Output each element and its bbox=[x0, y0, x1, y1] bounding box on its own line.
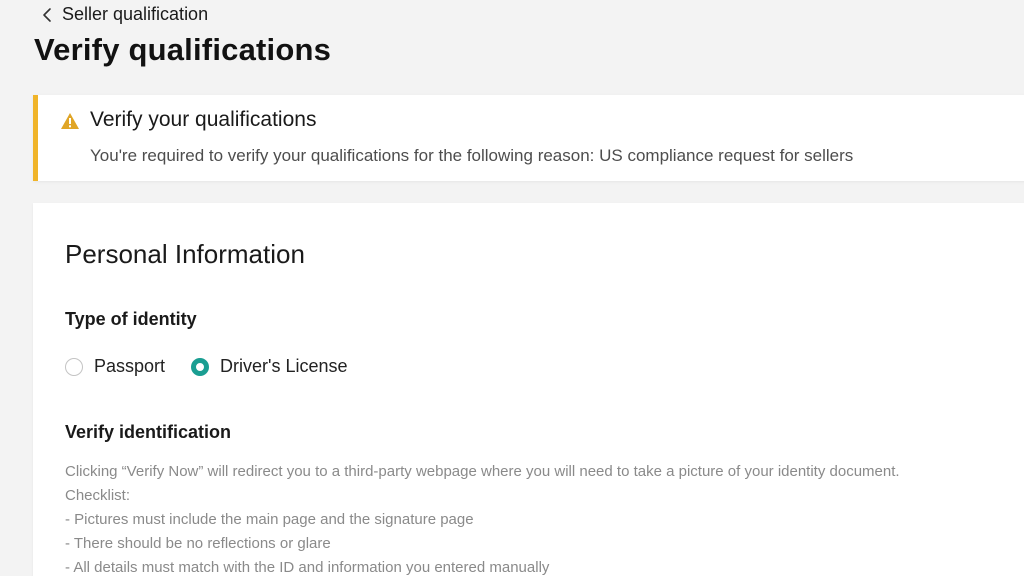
identity-type-radio-group: Passport Driver's License bbox=[65, 356, 348, 377]
verify-identification-label: Verify identification bbox=[65, 422, 232, 442]
drivers-license-radio[interactable] bbox=[191, 357, 210, 376]
warning-triangle-icon bbox=[60, 112, 80, 130]
instruction-line: Checklist: bbox=[65, 487, 131, 504]
drivers-license-radio-label: Driver's License bbox=[220, 356, 348, 376]
radio-option-drivers-license[interactable]: Driver's License bbox=[191, 356, 348, 377]
personal-information-card: Personal Information Type of identity Pa… bbox=[33, 203, 1024, 576]
instruction-line: Clicking “Verify Now” will redirect you … bbox=[65, 463, 900, 480]
radio-option-passport[interactable]: Passport bbox=[65, 356, 165, 377]
passport-radio-label: Passport bbox=[94, 356, 166, 376]
verify-instructions: Clicking “Verify Now” will redirect you … bbox=[65, 460, 1015, 576]
passport-radio[interactable] bbox=[65, 357, 83, 376]
instruction-line: - All details must match with the ID and… bbox=[65, 559, 550, 576]
instruction-line: - Pictures must include the main page an… bbox=[65, 511, 474, 528]
page: Seller qualification Verify qualificatio… bbox=[0, 0, 1024, 576]
page-title: Verify qualifications bbox=[34, 32, 332, 67]
chevron-left-icon bbox=[40, 5, 54, 25]
qualification-alert: Verify your qualifications You're requir… bbox=[33, 95, 1024, 181]
alert-title: Verify your qualifications bbox=[90, 108, 317, 131]
identity-type-label: Type of identity bbox=[65, 309, 197, 329]
back-link-label: Seller qualification bbox=[62, 4, 209, 24]
back-link[interactable]: Seller qualification bbox=[40, 4, 208, 25]
instruction-line: - There should be no reflections or glar… bbox=[65, 535, 331, 552]
section-title: Personal Information bbox=[65, 239, 305, 269]
alert-message: You're required to verify your qualifica… bbox=[90, 146, 854, 165]
